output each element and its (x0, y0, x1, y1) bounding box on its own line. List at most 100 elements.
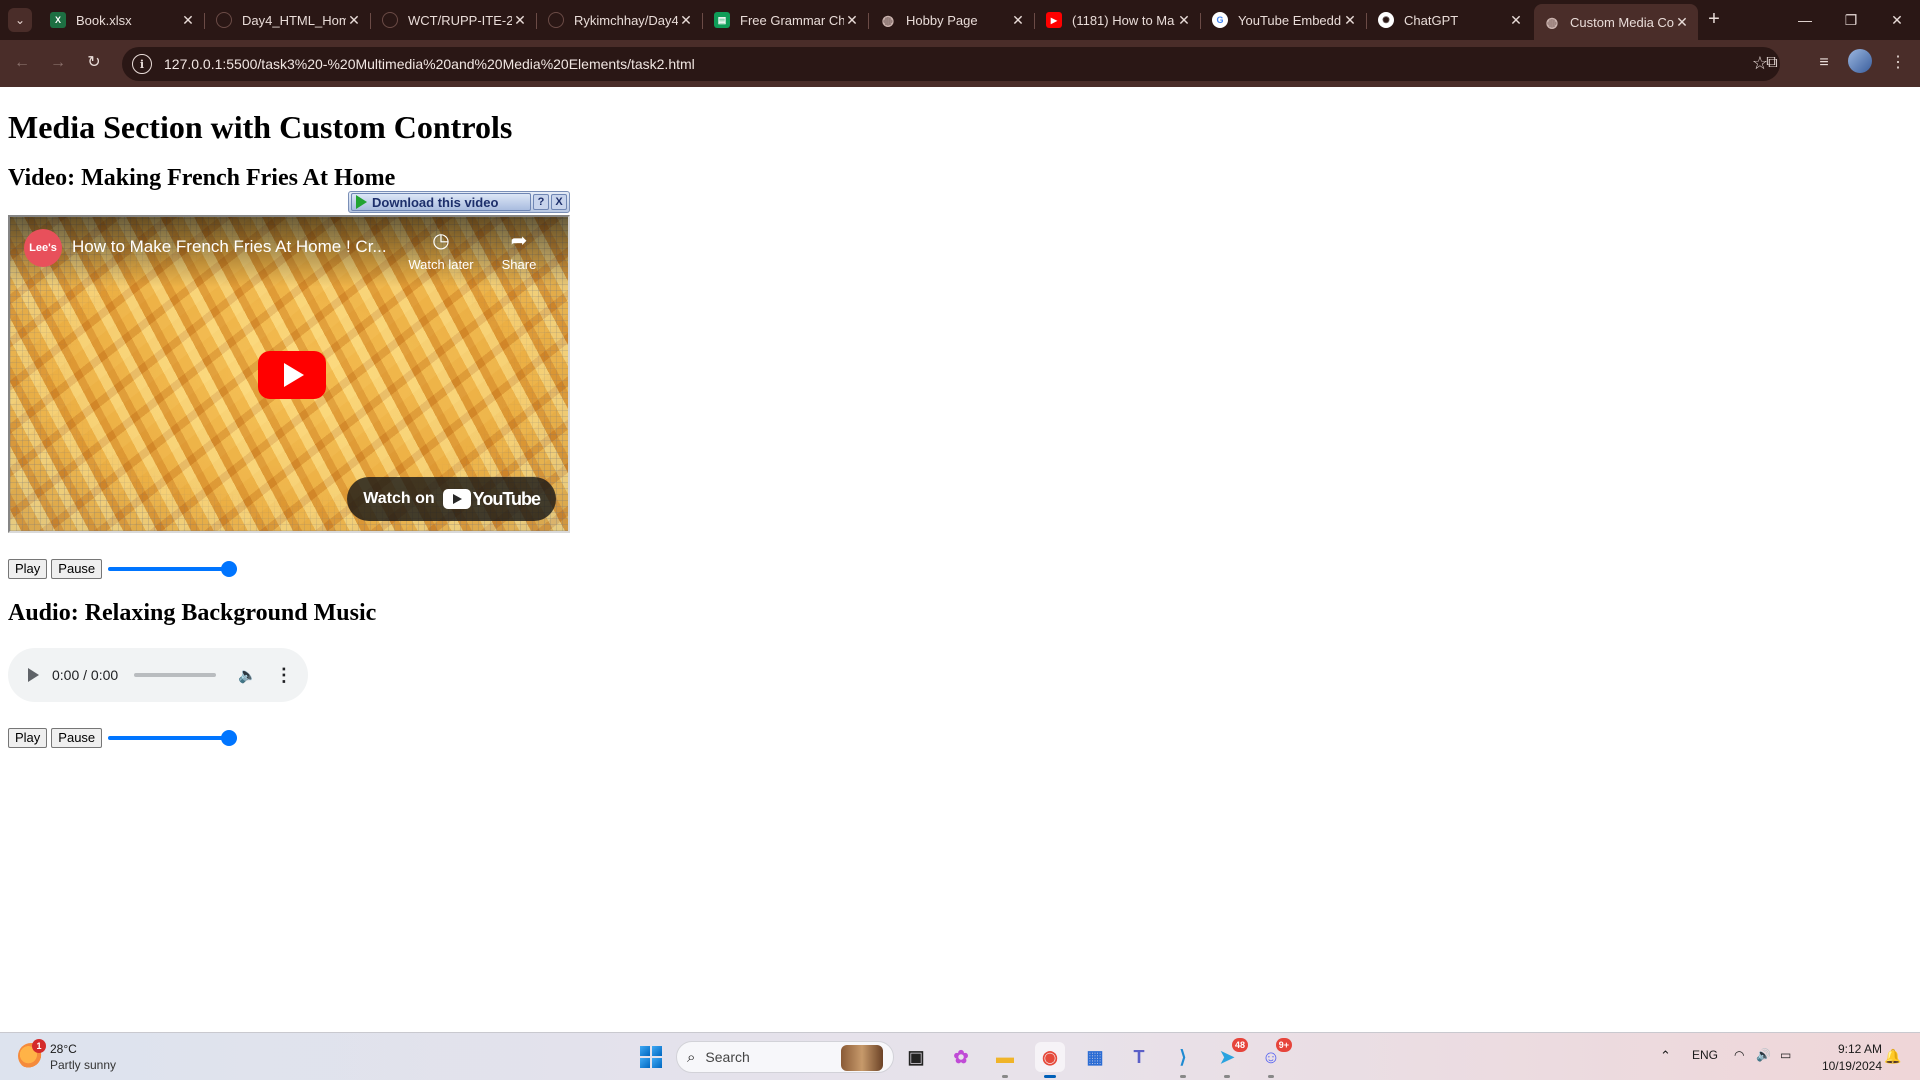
browser-tab[interactable]: ▤ Free Grammar Ch ✕ (704, 6, 868, 34)
excel-icon: X (50, 12, 66, 28)
youtube-icon: ▶ (1046, 12, 1062, 28)
tab-separator (536, 13, 537, 29)
teams-icon[interactable]: T (1124, 1042, 1154, 1072)
video-volume-thumb[interactable] (221, 561, 238, 577)
telegram-icon[interactable]: ➤ 48 (1212, 1038, 1248, 1078)
minimize-icon: — (1798, 12, 1812, 28)
weather-temperature: 28°C (50, 1042, 77, 1056)
speaker-icon[interactable]: 🔊 (1756, 1048, 1771, 1062)
tab-separator (1200, 13, 1201, 29)
clock-time[interactable]: 9:12 AM (1832, 1042, 1882, 1056)
browser-tab[interactable]: ◍ Custom Media Co ✕ (1534, 4, 1698, 40)
tab-title: WCT/RUPP-ITE-20 (408, 12, 512, 28)
minimize-button[interactable]: — (1782, 6, 1828, 34)
microsoft-store-icon[interactable]: ▦ (1080, 1042, 1110, 1072)
show-hidden-icons-icon[interactable]: ⌃ (1660, 1048, 1671, 1064)
clock-date[interactable]: 10/19/2024 (1814, 1059, 1882, 1073)
notification-bell-icon[interactable]: 🔔 (1884, 1048, 1901, 1065)
audio-pause-button[interactable]: Pause (51, 728, 103, 748)
google-icon: G (1212, 12, 1228, 28)
youtube-play-button[interactable] (258, 351, 326, 399)
watch-on-youtube-button[interactable]: Watch on YouTube (347, 477, 556, 521)
site-info-icon[interactable]: i (132, 54, 152, 74)
more-options-icon[interactable]: ⋮ (275, 666, 293, 684)
audio-progress-bar[interactable] (134, 673, 217, 677)
search-highlight-image (841, 1045, 883, 1071)
video-volume-slider[interactable] (108, 561, 238, 577)
audio-volume-thumb[interactable] (221, 730, 238, 746)
chrome-icon[interactable]: ◉ (1035, 1042, 1065, 1078)
tab-separator (702, 13, 703, 29)
watch-later-label: Watch later (408, 257, 474, 272)
audio-controls: Play Pause (8, 728, 238, 748)
tab-close-icon[interactable]: ✕ (1342, 12, 1358, 29)
video-title-link[interactable]: How to Make French Fries At Home ! Cr... (72, 237, 387, 257)
browser-tab[interactable]: G YouTube Embedd ✕ (1202, 6, 1366, 34)
wifi-icon[interactable]: ◠ (1734, 1048, 1744, 1062)
tab-title: Book.xlsx (76, 12, 132, 28)
browser-tab[interactable]: ✺ ChatGPT ✕ (1368, 6, 1532, 34)
tab-close-icon[interactable]: ✕ (1010, 12, 1026, 29)
tab-close-icon[interactable]: ✕ (678, 12, 694, 29)
new-tab-button[interactable]: + (1702, 8, 1726, 32)
audio-play-icon[interactable] (28, 668, 39, 682)
language-indicator[interactable]: ENG (1692, 1048, 1718, 1062)
play-arrow-icon (356, 195, 367, 209)
forward-button[interactable]: → (46, 51, 70, 75)
browser-tab[interactable]: X Book.xlsx ✕ (40, 6, 204, 34)
extensions-icon[interactable]: ⧉ (1760, 51, 1784, 75)
tab-close-icon[interactable]: ✕ (346, 12, 362, 29)
more-menu-icon[interactable]: ⋮ (1886, 51, 1910, 75)
copilot-icon[interactable]: ✿ (946, 1042, 976, 1072)
tab-title: Day4_HTML_Hom (242, 12, 346, 28)
download-video-button[interactable]: Download this video (351, 193, 531, 211)
browser-tab[interactable]: ◍ Hobby Page ✕ (870, 6, 1034, 34)
url-text: 127.0.0.1:5500/task3%20-%20Multimedia%20… (164, 56, 695, 72)
audio-heading: Audio: Relaxing Background Music (8, 600, 377, 626)
browser-tab[interactable]: WCT/RUPP-ITE-20 ✕ (372, 6, 536, 34)
download-close-button[interactable]: X (551, 194, 567, 210)
download-help-button[interactable]: ? (533, 194, 549, 210)
taskbar-search-label: Search (705, 1049, 750, 1065)
restore-button[interactable]: ❐ (1828, 6, 1874, 34)
browser-tab[interactable]: Rykimchhay/Day4 ✕ (538, 6, 702, 34)
tab-close-icon[interactable]: ✕ (1674, 14, 1690, 31)
vscode-icon[interactable]: ⟩ (1168, 1042, 1198, 1078)
start-button[interactable] (640, 1046, 662, 1068)
tab-search-button[interactable]: ⌄ (8, 8, 32, 32)
chevron-down-icon: ⌄ (14, 13, 26, 27)
watch-later-button[interactable]: ◷ Watch later (404, 229, 478, 272)
telegram-badge: 48 (1231, 1038, 1248, 1052)
discord-icon[interactable]: ☺ 9+ (1256, 1038, 1292, 1078)
tab-close-icon[interactable]: ✕ (180, 12, 196, 29)
video-pause-button[interactable]: Pause (51, 559, 103, 579)
audio-play-button[interactable]: Play (8, 728, 48, 748)
close-window-button[interactable]: ✕ (1874, 6, 1920, 34)
page-content: Media Section with Custom Controls Video… (0, 87, 1920, 1032)
browser-tab[interactable]: ▶ (1181) How to Ma ✕ (1036, 6, 1200, 34)
battery-icon[interactable]: ▭ (1780, 1048, 1791, 1062)
globe-icon: ◍ (1545, 13, 1559, 30)
file-explorer-icon[interactable]: ▬ (990, 1042, 1020, 1078)
tab-close-icon[interactable]: ✕ (1176, 12, 1192, 29)
back-button[interactable]: ← (10, 51, 34, 75)
tab-close-icon[interactable]: ✕ (512, 12, 528, 29)
video-play-button[interactable]: Play (8, 559, 48, 579)
youtube-embed[interactable]: Lee's How to Make French Fries At Home !… (8, 215, 570, 533)
plus-icon: + (1708, 8, 1720, 30)
browser-tab[interactable]: Day4_HTML_Hom ✕ (206, 6, 370, 34)
reload-button[interactable]: ↻ (82, 51, 106, 75)
channel-avatar[interactable]: Lee's (24, 229, 62, 267)
share-button[interactable]: ➦ Share (482, 229, 556, 272)
tab-title: Free Grammar Ch (740, 12, 844, 28)
tab-close-icon[interactable]: ✕ (844, 12, 860, 29)
media-controls-icon[interactable]: ≡ (1812, 51, 1836, 75)
taskbar-search[interactable]: ⌕ Search (676, 1041, 894, 1073)
audio-volume-slider[interactable] (108, 730, 238, 746)
task-view-icon[interactable]: ▣ (901, 1042, 931, 1072)
profile-avatar[interactable] (1848, 49, 1872, 73)
address-bar[interactable]: i 127.0.0.1:5500/task3%20-%20Multimedia%… (122, 47, 1780, 81)
volume-icon[interactable]: 🔈 (238, 666, 257, 684)
tab-close-icon[interactable]: ✕ (1508, 12, 1524, 29)
video-controls: Play Pause (8, 559, 238, 579)
